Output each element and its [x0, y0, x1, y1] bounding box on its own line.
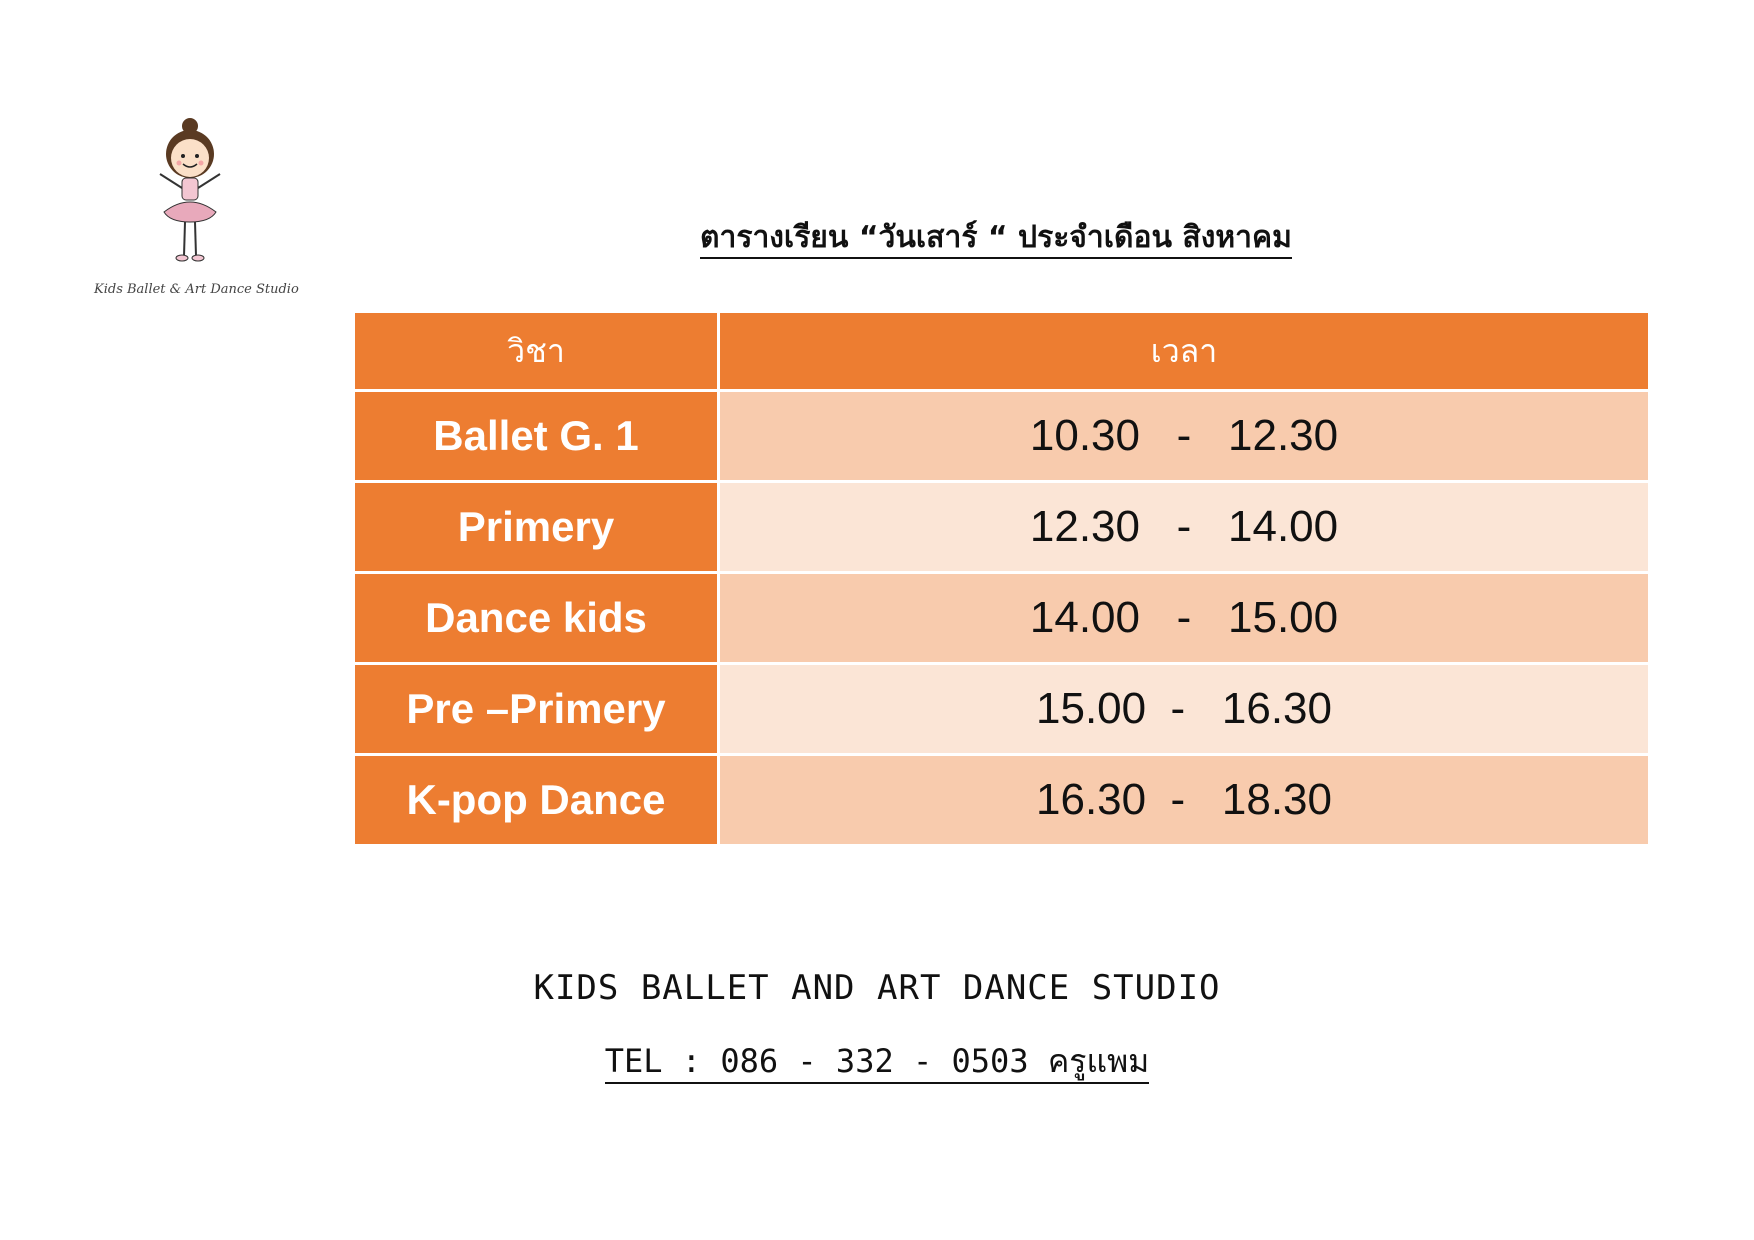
time-cell: 10.30 - 12.30	[717, 389, 1651, 483]
schedule-table: วิชา เวลา Ballet G. 1 10.30 - 12.30 Prim…	[352, 310, 1651, 847]
table-row: Ballet G. 1 10.30 - 12.30	[352, 389, 1651, 483]
logo-caption: Kids Ballet & Art Dance Studio	[94, 282, 299, 297]
column-header-time: เวลา	[717, 310, 1651, 392]
telephone-text: TEL : 086 - 332 - 0503 ครูแพม	[604, 1042, 1150, 1084]
ballerina-logo-icon	[159, 118, 221, 262]
table-row: K-pop Dance 16.30 - 18.30	[352, 753, 1651, 847]
contact-line: TEL : 086 - 332 - 0503 ครูแพม	[0, 1036, 1754, 1087]
studio-logo: Kids Ballet & Art Dance Studio	[94, 118, 299, 308]
page-title-text: ตารางเรียน “วันเสาร์ “ ประจำเดือน สิงหาค…	[700, 220, 1292, 259]
subject-cell: Pre –Primery	[352, 662, 720, 756]
time-cell: 12.30 - 14.00	[717, 480, 1651, 574]
time-cell: 16.30 - 18.30	[717, 753, 1651, 847]
table-row: Pre –Primery 15.00 - 16.30	[352, 662, 1651, 756]
time-cell: 15.00 - 16.30	[717, 662, 1651, 756]
subject-cell: Ballet G. 1	[352, 389, 720, 483]
subject-cell: Primery	[352, 480, 720, 574]
page-title: ตารางเรียน “วันเสาร์ “ ประจำเดือน สิงหาค…	[700, 214, 1292, 261]
subject-cell: Dance kids	[352, 571, 720, 665]
table-row: Dance kids 14.00 - 15.00	[352, 571, 1651, 665]
studio-name: KIDS BALLET AND ART DANCE STUDIO	[533, 968, 1221, 1008]
table-header-row: วิชา เวลา	[352, 310, 1651, 392]
time-cell: 14.00 - 15.00	[717, 571, 1651, 665]
column-header-subject: วิชา	[352, 310, 720, 392]
subject-cell: K-pop Dance	[352, 753, 720, 847]
table-row: Primery 12.30 - 14.00	[352, 480, 1651, 574]
